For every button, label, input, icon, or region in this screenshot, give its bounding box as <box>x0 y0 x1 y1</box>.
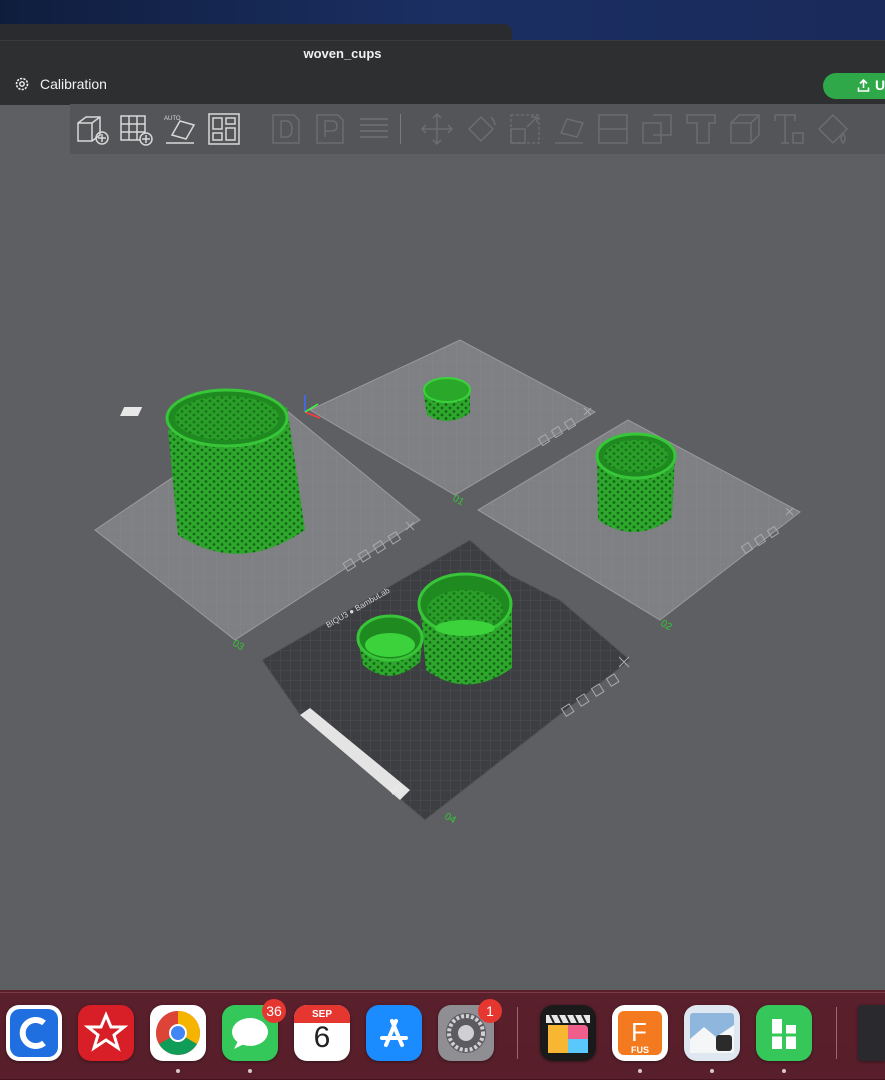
woven-cup-medium-plate-02[interactable] <box>595 432 677 533</box>
object-list-button[interactable] <box>264 104 308 154</box>
add-plate-button[interactable] <box>114 104 158 154</box>
messages-app[interactable]: 36 <box>222 999 286 1061</box>
shell-button[interactable] <box>723 104 767 154</box>
woven-cup-small-plate-04[interactable] <box>356 614 424 676</box>
3d-viewport[interactable]: 03 01 02 BIQU3 ● BambuLab PEI 04 <box>0 154 885 990</box>
paint-icon <box>817 113 849 145</box>
lay-on-face-icon <box>555 118 585 144</box>
plate-03-label: 03 <box>231 638 247 653</box>
scale-icon <box>510 114 540 144</box>
rotate-icon <box>467 115 496 143</box>
paint-button[interactable] <box>811 104 855 154</box>
clipboard-app-icon <box>10 1009 58 1057</box>
svg-text:AUTO: AUTO <box>164 116 181 122</box>
dock: 36 SEP 6 1 F FUS <box>0 992 885 1079</box>
support-button[interactable] <box>679 104 723 154</box>
app-store-app[interactable] <box>366 1005 422 1061</box>
cut-icon <box>598 114 628 144</box>
scale-button[interactable] <box>503 104 547 154</box>
messages-running-dot <box>248 1069 252 1073</box>
cut-button[interactable] <box>591 104 635 154</box>
plate-02-label: 02 <box>659 618 675 633</box>
shell-icon <box>730 114 760 144</box>
fusion-running-dot <box>638 1069 642 1073</box>
app-titlebar: woven_cups Calibration Up <box>0 40 885 105</box>
app-store-app-icon <box>380 1019 408 1047</box>
background-window <box>0 24 512 40</box>
main-toolbar: AUTO <box>70 104 885 154</box>
plate-list-icon <box>316 114 344 144</box>
calendar-app[interactable]: SEP 6 <box>294 1005 350 1061</box>
plate-01-label: 01 <box>451 493 467 508</box>
minimized-window-thumbnail[interactable] <box>858 1005 885 1061</box>
clipboard-app[interactable] <box>6 1005 62 1061</box>
dock-separator <box>517 1007 518 1059</box>
settings-badge: 1 <box>478 999 502 1023</box>
upload-button[interactable]: Up <box>823 73 885 99</box>
svg-text:F: F <box>631 1017 647 1047</box>
chrome-running-dot <box>176 1069 180 1073</box>
woven-cup-medium-plate-04[interactable] <box>417 572 513 685</box>
final-cut-app-icon <box>546 1014 590 1053</box>
calendar-day: 6 <box>313 1021 331 1054</box>
calibration-label: Calibration <box>40 76 107 92</box>
upload-icon <box>857 78 870 92</box>
final-cut-app[interactable] <box>540 1005 596 1061</box>
wolfram-app-icon <box>83 1011 129 1052</box>
move-icon <box>420 112 454 146</box>
dock-separator-2 <box>836 1007 837 1059</box>
preview-app-icon <box>690 1013 734 1053</box>
layers-button[interactable] <box>352 104 396 154</box>
fusion-app[interactable]: F FUS <box>612 1005 668 1061</box>
support-icon <box>686 114 716 144</box>
move-button[interactable] <box>415 104 459 154</box>
object-list-icon <box>272 114 300 144</box>
arrange-icon <box>208 113 240 145</box>
calendar-month: SEP <box>311 1009 332 1020</box>
numbers-app-icon <box>768 1019 800 1049</box>
text-icon <box>774 114 804 144</box>
text-button[interactable] <box>767 104 811 154</box>
upload-label: Up <box>875 77 885 93</box>
plate-list-button[interactable] <box>308 104 352 154</box>
preview-running-dot <box>710 1069 714 1073</box>
fusion-label: FUS <box>631 1045 649 1055</box>
build-plate-scene[interactable]: 03 01 02 BIQU3 ● BambuLab PEI 04 <box>0 154 885 990</box>
lay-on-face-button[interactable] <box>547 104 591 154</box>
auto-orient-button[interactable]: AUTO <box>158 104 202 154</box>
wolfram-app[interactable] <box>78 1005 134 1061</box>
window-title: woven_cups <box>303 46 382 61</box>
messages-badge: 36 <box>262 999 286 1023</box>
toolbar-separator <box>400 114 401 144</box>
numbers-app[interactable] <box>756 1005 812 1061</box>
system-settings-app[interactable]: 1 <box>438 999 502 1061</box>
split-button[interactable] <box>635 104 679 154</box>
preview-app[interactable] <box>684 1005 740 1061</box>
plate-01-corner-grid <box>120 407 143 416</box>
layers-icon <box>360 118 388 138</box>
gear-icon <box>15 77 29 91</box>
calibration-button[interactable]: Calibration <box>14 76 107 92</box>
auto-orient-icon: AUTO <box>164 116 196 144</box>
split-icon <box>642 114 672 144</box>
add-cube-button[interactable] <box>70 104 114 154</box>
rotate-button[interactable] <box>459 104 503 154</box>
numbers-running-dot <box>782 1069 786 1073</box>
woven-cup-large-plate-03[interactable] <box>165 388 305 554</box>
chrome-app[interactable] <box>150 1005 206 1061</box>
plate-04-label: 04 <box>443 811 459 826</box>
chrome-app-icon <box>156 1011 200 1055</box>
add-cube-icon <box>77 116 109 145</box>
arrange-button[interactable] <box>202 104 246 154</box>
woven-cup-small-plate-01[interactable] <box>423 377 471 422</box>
add-plate-icon <box>120 115 153 146</box>
